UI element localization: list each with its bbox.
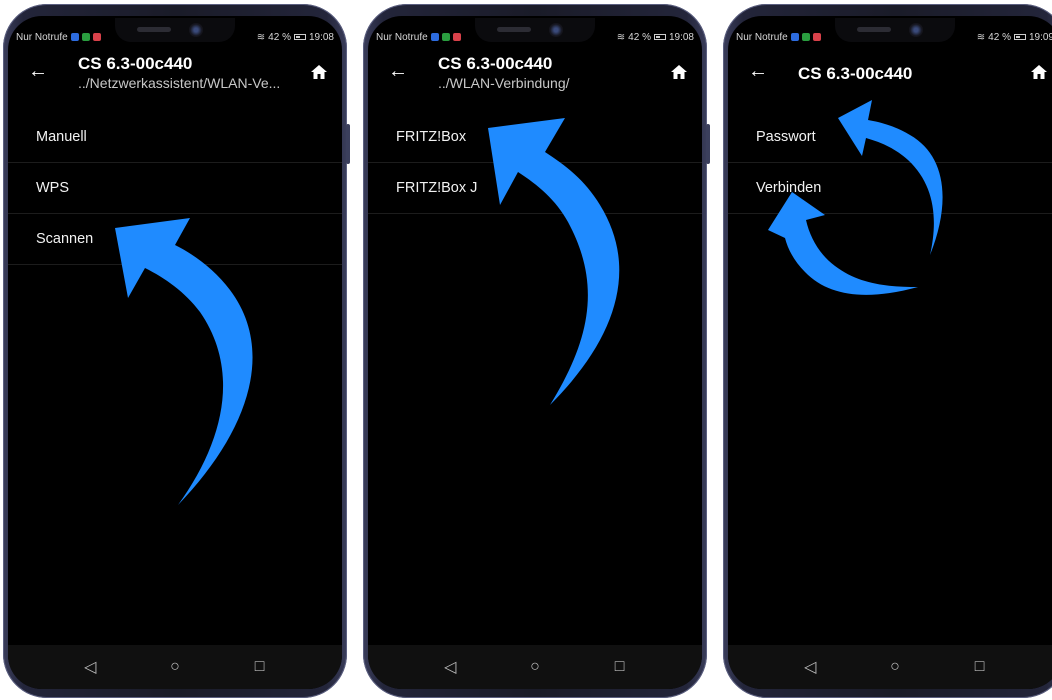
phone-screen: Nur Notrufe ≋ 42 % 19:09 ← CS 6.3-00c440…: [728, 16, 1052, 689]
square-recent-icon[interactable]: □: [965, 658, 995, 676]
wifi-icon: ≋: [616, 31, 626, 43]
phone-screen: Nur Notrufe ≋ 42 % 19:08 ← CS 6.3-00c440…: [368, 16, 702, 689]
app-bar: ← CS 6.3-00c440 ../WLAN-Verbindung/: [368, 54, 702, 104]
side-button: [706, 124, 710, 164]
menu-list: Manuell WPS Scannen: [8, 112, 342, 265]
notification-icon: [452, 33, 461, 41]
page-title: CS 6.3-00c440: [438, 54, 553, 73]
side-button: [346, 124, 350, 164]
app-bar: ← CS 6.3-00c440 ../Netzwerkassistent/WLA…: [8, 54, 342, 104]
android-nav-bar: ◁ ○ □: [8, 645, 342, 689]
breadcrumb-path: ../WLAN-Verbindung/: [438, 75, 570, 91]
clock: 19:08: [668, 31, 694, 43]
triangle-back-icon[interactable]: ◁: [435, 657, 465, 677]
clock: 19:09: [1028, 31, 1052, 43]
menu-item-fritzbox[interactable]: FRITZ!Box: [368, 112, 702, 163]
battery-icon: [653, 34, 666, 40]
status-bar: Nur Notrufe ≋ 42 % 19:09: [728, 30, 1052, 44]
back-arrow-icon[interactable]: ←: [28, 58, 48, 84]
clock: 19:08: [308, 31, 334, 43]
home-icon[interactable]: [1030, 64, 1048, 80]
menu-item-fritzbox-j[interactable]: FRITZ!Box J: [368, 163, 702, 214]
menu-item-passwort[interactable]: Passwort: [728, 112, 1052, 163]
app-bar: ← CS 6.3-00c440: [728, 54, 1052, 104]
notification-icon: [92, 33, 101, 41]
page-title: CS 6.3-00c440: [798, 64, 913, 83]
notification-icon: [70, 33, 79, 41]
menu-item-manuell[interactable]: Manuell: [8, 112, 342, 163]
battery-icon: [1013, 34, 1026, 40]
menu-item-verbinden[interactable]: Verbinden: [728, 163, 1052, 214]
phone-frame-3: Nur Notrufe ≋ 42 % 19:09 ← CS 6.3-00c440…: [723, 4, 1052, 698]
notification-icon: [441, 33, 450, 41]
home-icon[interactable]: [670, 64, 688, 80]
wifi-icon: ≋: [256, 31, 266, 43]
notification-icon: [430, 33, 439, 41]
carrier-label: Nur Notrufe: [376, 31, 428, 43]
page-title: CS 6.3-00c440: [78, 54, 193, 73]
phone-screen: Nur Notrufe ≋ 42 % 19:08 ← CS 6.3-00c440…: [8, 16, 342, 689]
battery-percent: 42 %: [268, 31, 291, 43]
carrier-label: Nur Notrufe: [736, 31, 788, 43]
android-nav-bar: ◁ ○ □: [728, 645, 1052, 689]
circle-home-icon[interactable]: ○: [520, 658, 550, 676]
home-icon[interactable]: [310, 64, 328, 80]
android-nav-bar: ◁ ○ □: [368, 645, 702, 689]
status-bar: Nur Notrufe ≋ 42 % 19:08: [368, 30, 702, 44]
phone-frame-2: Nur Notrufe ≋ 42 % 19:08 ← CS 6.3-00c440…: [363, 4, 710, 698]
notification-icon: [790, 33, 799, 41]
breadcrumb-path: ../Netzwerkassistent/WLAN-Ve...: [78, 75, 281, 91]
triangle-back-icon[interactable]: ◁: [795, 657, 825, 677]
status-bar: Nur Notrufe ≋ 42 % 19:08: [8, 30, 342, 44]
menu-list: FRITZ!Box FRITZ!Box J: [368, 112, 702, 214]
battery-percent: 42 %: [988, 31, 1011, 43]
circle-home-icon[interactable]: ○: [160, 658, 190, 676]
phone-frame-1: Nur Notrufe ≋ 42 % 19:08 ← CS 6.3-00c440…: [3, 4, 350, 698]
triangle-back-icon[interactable]: ◁: [75, 657, 105, 677]
menu-list: Passwort Verbinden: [728, 112, 1052, 214]
notification-icon: [812, 33, 821, 41]
menu-item-scannen[interactable]: Scannen: [8, 214, 342, 265]
notification-icon: [81, 33, 90, 41]
circle-home-icon[interactable]: ○: [880, 658, 910, 676]
square-recent-icon[interactable]: □: [605, 658, 635, 676]
back-arrow-icon[interactable]: ←: [748, 58, 768, 84]
notification-icon: [801, 33, 810, 41]
carrier-label: Nur Notrufe: [16, 31, 68, 43]
battery-icon: [293, 34, 306, 40]
wifi-icon: ≋: [976, 31, 986, 43]
square-recent-icon[interactable]: □: [245, 658, 275, 676]
back-arrow-icon[interactable]: ←: [388, 58, 408, 84]
battery-percent: 42 %: [628, 31, 651, 43]
menu-item-wps[interactable]: WPS: [8, 163, 342, 214]
